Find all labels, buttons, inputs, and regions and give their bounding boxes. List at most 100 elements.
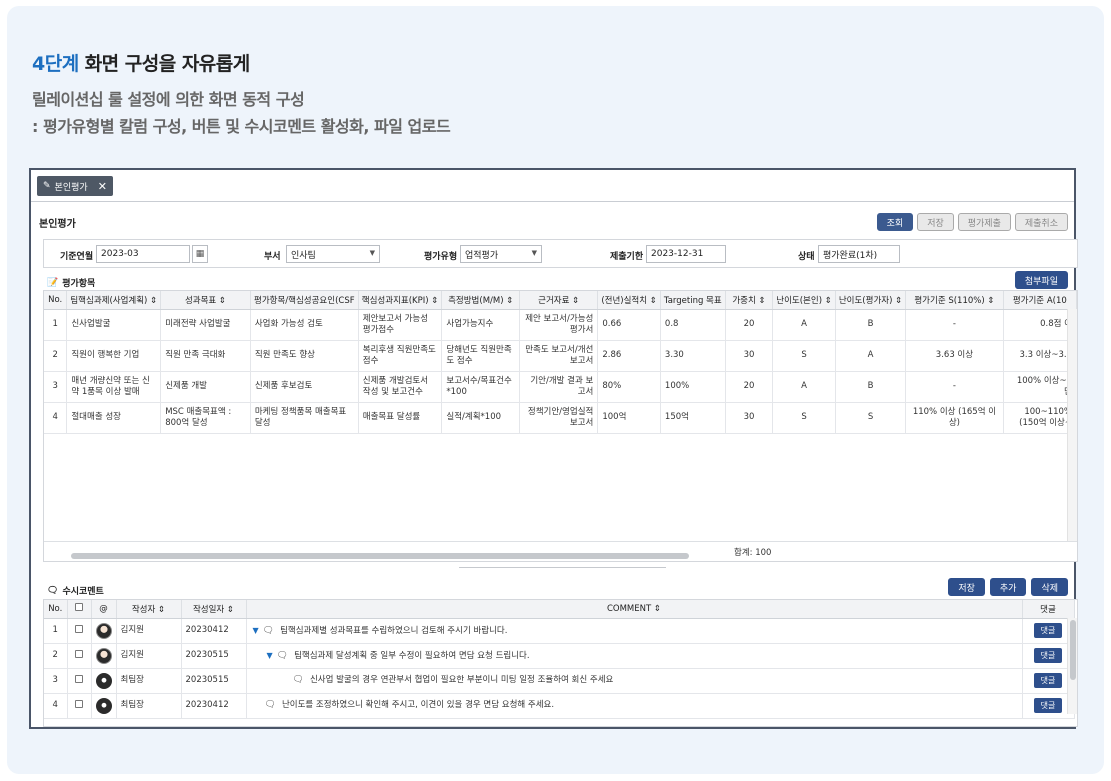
scroll-thumb[interactable] (1070, 620, 1076, 680)
comment-row[interactable]: 3 최팀장 20230515 🗨 신사업 발굴의 경우 연관부서 협업이 필요한 부분이… (44, 668, 1075, 694)
expand-triangle-icon[interactable]: ▼ (267, 651, 273, 660)
eval-header-1[interactable]: 팀핵심과제(사업계획) ⇕ (66, 291, 162, 310)
empty-cell (442, 433, 520, 465)
empty-cell (835, 433, 905, 465)
row-checkbox[interactable] (67, 643, 92, 669)
eval-header-6[interactable]: 근거자료 ⇕ (519, 291, 599, 310)
comment-save-button[interactable]: 저장 (948, 578, 985, 596)
eval-cell: 3.3 이상~3.6 (1003, 340, 1077, 372)
eval-header-9[interactable]: 가중치 ⇕ (725, 291, 774, 310)
eval-header-2[interactable]: 성과목표 ⇕ (160, 291, 251, 310)
comment-text: 난이도를 조정하였으니 확인해 주시고, 이견이 있을 경우 면담 요청해 주세… (281, 700, 555, 710)
table-row[interactable]: 1 신사업발굴 미래전략 사업발굴 사업화 가능성 검토 제안보고서 가능성 평가점수 사… (44, 309, 1077, 341)
calendar-icon[interactable]: ▦ (192, 245, 208, 263)
comment-header-4: 작성일자 ⇕ (181, 600, 247, 619)
empty-cell (44, 433, 67, 465)
close-icon[interactable]: ✕ (98, 180, 107, 193)
checkbox[interactable] (75, 649, 83, 658)
tab-self-evaluation[interactable]: ✎ 본인평가 ✕ (37, 176, 113, 196)
empty-cell (773, 497, 836, 529)
eval-cell: 신제품 개발검토서 작성 및 보고건수 (358, 371, 443, 403)
comment-row[interactable]: 2 김지원 20230515 ▼ 🗨 팀핵심과제 달성계획 중 일부 수정이 필요하여 면… (44, 643, 1075, 669)
comment-icon: 🗨 (276, 650, 289, 661)
comment-row[interactable]: 1 김지원 20230412 ▼ 🗨 팀핵심과제별 성과목표를 수립하였으니 검토해 주시… (44, 618, 1075, 644)
deadline-input: 2023-12-31 (646, 245, 726, 263)
eval-vertical-scrollbar[interactable] (1067, 309, 1077, 541)
attach-file-button[interactable]: 첨부파일 (1014, 271, 1068, 289)
eval-header-4[interactable]: 핵심성과지표(KPI) ⇕ (358, 291, 443, 310)
comment-date: 20230412 (181, 693, 247, 719)
eval-header-10[interactable]: 난이도(본인) ⇕ (772, 291, 836, 310)
avatar (95, 697, 112, 714)
eval-header-3[interactable]: 평가항목/핵심성공요인(CSF (250, 291, 359, 310)
expand-triangle-icon[interactable]: ▼ (253, 626, 259, 635)
checkbox[interactable] (75, 699, 83, 708)
eval-header-13[interactable]: 평가기준 A(10 (1003, 291, 1077, 310)
filter-bar: 기준연월 2023-03 ▦ 부서 인사팀 평가유형 업적평가 제출기한 202… (43, 239, 1078, 268)
eval-horizontal-scrollbar[interactable] (71, 553, 689, 559)
comment-vertical-scrollbar[interactable] (1067, 618, 1077, 714)
checkbox[interactable] (75, 624, 83, 633)
eval-header-8[interactable]: Targeting 목표 (660, 291, 726, 310)
comment-date: 20230515 (181, 668, 247, 694)
eval-cell: 직원이 행복한 기업 (66, 340, 162, 372)
comment-icon: 🗨 (264, 700, 276, 710)
eval-cell: 신사업발굴 (66, 309, 162, 341)
eval-header-7[interactable]: (전년)실적치 ⇕ (597, 291, 661, 310)
search-button[interactable]: 조회 (876, 213, 914, 231)
top-button-group: 조회 저장 평가제출 제출취소 (876, 213, 1068, 231)
eval-header-5[interactable]: 측정방법(M/M) ⇕ (441, 291, 521, 310)
comment-section-label: 수시코멘트 (62, 587, 104, 597)
reply-button[interactable]: 댓글 (1033, 623, 1063, 638)
empty-cell (442, 497, 520, 529)
comment-text: 팀핵심과제 달성계획 중 일부 수정이 필요하여 면담 요청 드립니다. (294, 650, 530, 661)
eval-cell: A (835, 340, 907, 372)
eval-cell: A (772, 371, 836, 403)
month-input[interactable]: 2023-03 (96, 245, 190, 263)
comment-delete-button[interactable]: 삭제 (1031, 578, 1068, 596)
comment-text-cell: ▼ 🗨 팀핵심과제 달성계획 중 일부 수정이 필요하여 면담 요청 드립니다. (246, 643, 1023, 669)
comment-text: 팀핵심과제별 성과목표를 수립하였으니 검토해 주시기 바랍니다. (280, 625, 508, 636)
row-checkbox[interactable] (67, 668, 92, 694)
table-row[interactable]: 2 직원이 행복한 기업 직원 만족 극대화 직원 만족도 향상 복리후생 직원만족도 … (44, 340, 1077, 372)
comment-add-button[interactable]: 추가 (989, 578, 1027, 596)
row-checkbox[interactable] (67, 618, 92, 644)
type-select[interactable]: 업적평가 (460, 245, 542, 263)
reply-button[interactable]: 댓글 (1033, 648, 1063, 663)
empty-cell (67, 497, 161, 529)
comment-row[interactable]: 4 최팀장 20230412 🗨 난이도를 조정하였으니 확인해 주시고, 이견이 있을… (44, 693, 1075, 719)
row-checkbox[interactable] (67, 693, 92, 719)
eval-cell: 사업가능지수 (441, 309, 521, 341)
select-all-checkbox[interactable] (67, 600, 92, 619)
eval-header-0[interactable]: No. (44, 291, 68, 310)
empty-cell (358, 497, 442, 529)
empty-cell (161, 497, 251, 529)
eval-table: No. 팀핵심과제(사업계획) ⇕ 성과목표 ⇕ 평가항목/핵심성공요인(CSF 핵심성… (44, 291, 1077, 529)
cancel-submission-button[interactable]: 제출취소 (1014, 213, 1068, 231)
dept-select[interactable]: 인사팀 (286, 245, 380, 263)
table-row[interactable]: 4 절대매출 성장 MSC 매출목표액 : 800억 달성 마케팅 정책품목 매출목표… (44, 402, 1077, 434)
comment-button-group: 저장 추가 삭제 (948, 578, 1068, 596)
eval-cell: 0.66 (597, 309, 661, 341)
eval-cell: 만족도 보고서/개선 보고서 (519, 340, 599, 372)
comment-no: 3 (44, 668, 68, 694)
panel-splitter[interactable] (459, 567, 666, 568)
empty-cell (598, 465, 661, 497)
eval-header-12[interactable]: 평가기준 S(110%) ⇕ (905, 291, 1004, 310)
eval-header-11[interactable]: 난이도(평가자) ⇕ (835, 291, 907, 310)
comment-text-cell: ▼ 🗨 팀핵심과제별 성과목표를 수립하였으니 검토해 주시기 바랍니다. (246, 618, 1023, 644)
table-row[interactable]: 3 매년 개량신약 또는 신약 1품목 이상 발매 신제품 개발 신제품 후보검토 신제… (44, 371, 1077, 403)
reply-button[interactable]: 댓글 (1033, 698, 1063, 713)
eval-section-label: 평가항목 (62, 279, 96, 289)
comment-text: 신사업 발굴의 경우 연관부서 협업이 필요한 부분이니 미팅 일정 조율하여 … (309, 675, 614, 685)
empty-cell (67, 465, 161, 497)
eval-cell: 2.86 (597, 340, 661, 372)
empty-cell (442, 465, 520, 497)
checkbox[interactable] (75, 674, 83, 683)
checkbox[interactable] (75, 603, 83, 612)
eval-cell: 절대매출 성장 (66, 402, 162, 434)
reply-button[interactable]: 댓글 (1033, 673, 1063, 688)
submit-evaluation-button[interactable]: 평가제출 (957, 213, 1011, 231)
empty-cell (725, 465, 773, 497)
save-button[interactable]: 저장 (917, 213, 954, 231)
